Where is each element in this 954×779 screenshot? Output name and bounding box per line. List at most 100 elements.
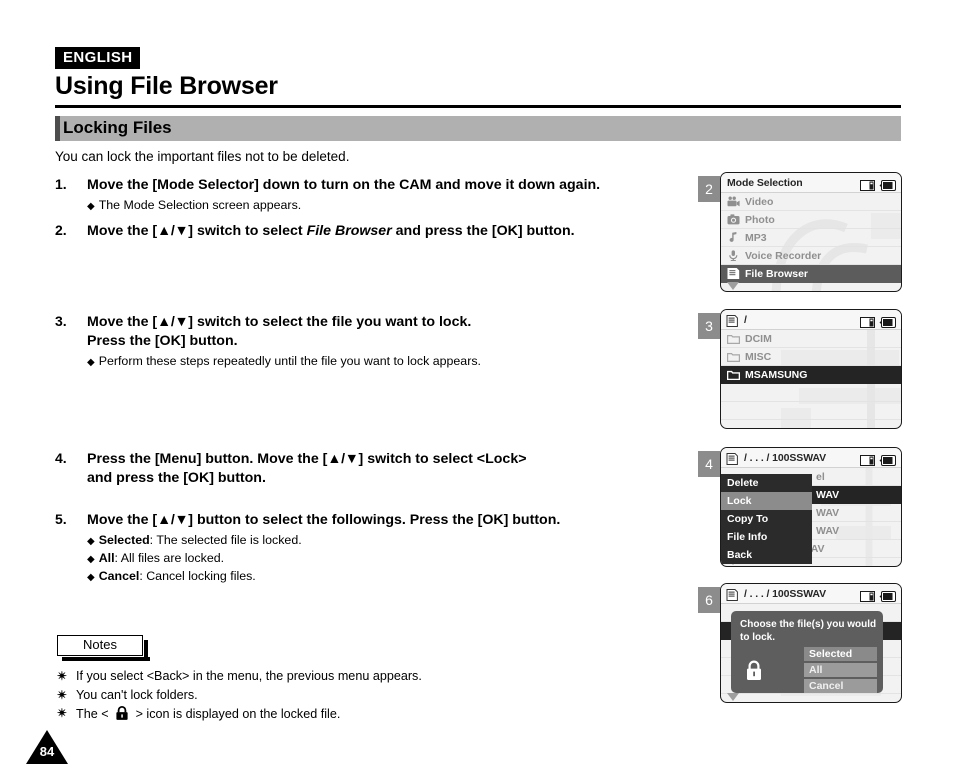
menu-item-delete[interactable]: Delete (721, 474, 812, 492)
device-screen: / . . . / 100SSWAV (720, 583, 902, 703)
step-body: Move the [▲/▼] switch to select the file… (87, 313, 481, 371)
menu-item-back[interactable]: Back (721, 546, 812, 564)
note-item: If you select <Back> in the menu, the pr… (76, 669, 422, 683)
device-screen: / . . . / 100SSWAV (720, 447, 902, 567)
step-body: Move the [▲/▼] switch to select File Bro… (87, 222, 575, 241)
section-intro: You can lock the important files not to … (55, 149, 350, 164)
file-row-label: WAV (816, 506, 840, 519)
screen-title: / (744, 314, 747, 326)
page-number-badge: 84 (26, 730, 68, 770)
step-body: Move the [▲/▼] button to select the foll… (87, 511, 560, 586)
note-bullet-icon: ✴ (57, 706, 68, 720)
menu-row-label: File Browser (745, 267, 809, 280)
scroll-down-caret-icon[interactable] (727, 282, 739, 290)
step-number: 5. (55, 511, 67, 527)
folder-icon (727, 352, 740, 362)
bullet: ◆ Perform these steps repeatedly until th… (87, 354, 481, 368)
photo-icon (727, 214, 740, 225)
folder-row-selected[interactable]: MSAMSUNG (721, 366, 901, 384)
lock-confirm-dialog: Choose the file(s) you would to lock. Se… (731, 611, 883, 693)
folder-row-label: MISC (745, 350, 772, 363)
lock-icon (745, 660, 763, 687)
menu-row-selected[interactable]: File Browser (721, 265, 901, 283)
device-screen: / DCIM MISC MSAMSUNG (720, 309, 902, 429)
menu-row[interactable]: Photo (721, 211, 901, 229)
section-bar (55, 116, 901, 141)
page-title: Using File Browser (55, 72, 278, 100)
folder-row-label: MSAMSUNG (745, 368, 808, 381)
screen-body: DCIM MISC MSAMSUNG (721, 330, 901, 428)
menu-item-lock[interactable]: Lock (721, 492, 812, 510)
dialog-option-all[interactable]: All (804, 663, 877, 677)
scroll-down-caret-icon[interactable] (727, 693, 739, 701)
screen-header: Mode Selection (721, 173, 901, 193)
screen-title: Mode Selection (727, 177, 803, 189)
dialog-message: Choose the file(s) you would to lock. (740, 619, 877, 643)
note-item: The < > icon is displayed on the locked … (76, 706, 340, 724)
diamond-icon: ◆ (87, 554, 95, 565)
panel-step-badge: 2 (698, 176, 720, 202)
section-accent (55, 116, 60, 141)
screen-body: Video Photo MP3 Voice Recorder File Brow… (721, 193, 901, 291)
folder-icon (727, 370, 740, 380)
step-body: Press the [Menu] button. Move the [▲/▼] … (87, 450, 527, 488)
note-text: The < (76, 707, 113, 721)
screen-title: / . . . / 100SSWAV (744, 452, 827, 464)
step-number: 3. (55, 313, 67, 329)
microphone-icon (727, 250, 740, 261)
menu-item-file-info[interactable]: File Info (721, 528, 812, 546)
bullet: ◆ Selected: The selected file is locked. (87, 533, 302, 547)
folder-row-empty (721, 402, 901, 420)
menu-row-label: MP3 (745, 231, 767, 244)
screen-header: / (721, 310, 901, 330)
bullet: ◆ The Mode Selection screen appears. (87, 198, 302, 212)
dialog-options: Selected All Cancel (804, 647, 877, 695)
music-note-icon (727, 232, 740, 243)
step-number: 1. (55, 176, 67, 192)
screen-header: / . . . / 100SSWAV (721, 584, 901, 604)
dialog-option-cancel[interactable]: Cancel (804, 679, 877, 693)
screen-header: / . . . / 100SSWAV (721, 448, 901, 468)
step-text: Move the [▲/▼] button to select the foll… (87, 512, 561, 528)
panel-step-badge: 6 (698, 587, 720, 613)
lock-icon (115, 706, 129, 724)
file-row-label: WAV (816, 524, 840, 537)
step-text: Move the [▲/▼] switch to select File Bro… (87, 223, 575, 239)
step-body: Move the [Mode Selector] down to turn on… (87, 176, 600, 215)
folder-row-label: DCIM (745, 332, 772, 345)
device-screen: Mode Selection Video Photo MP3 Voice Rec… (720, 172, 902, 292)
step-text: Press the [Menu] button. Move the [▲/▼] … (87, 451, 527, 467)
step-bullets: ◆ The Mode Selection screen appears. (87, 197, 600, 215)
folder-row[interactable]: DCIM (721, 330, 901, 348)
page-number-value: 84 (39, 744, 55, 759)
step-number: 4. (55, 450, 67, 466)
panel-step-badge: 4 (698, 451, 720, 477)
menu-item-copy-to[interactable]: Copy To (721, 510, 812, 528)
manual-page: ENGLISH Using File Browser Locking Files… (0, 0, 954, 779)
folder-row[interactable]: MISC (721, 348, 901, 366)
screen-body: el WAV WAV WAV SWAV0004.WAV (721, 468, 901, 566)
note-bullet-icon: ✴ (57, 688, 68, 702)
bullet: ◆ Cancel: Cancel locking files. (87, 569, 256, 583)
diamond-icon: ◆ (87, 201, 95, 212)
note-item: You can't lock folders. (76, 688, 198, 702)
dialog-option-selected[interactable]: Selected (804, 647, 877, 661)
step-number: 2. (55, 222, 67, 238)
file-browser-icon (727, 268, 740, 279)
diamond-icon: ◆ (87, 357, 95, 368)
screen-title: / . . . / 100SSWAV (744, 588, 827, 600)
step-bullets: ◆ Selected: The selected file is locked. … (87, 532, 560, 586)
menu-row[interactable]: Voice Recorder (721, 247, 901, 265)
step-text: and press the [OK] button. (87, 470, 266, 486)
note-bullet-icon: ✴ (57, 669, 68, 683)
menu-row[interactable]: Video (721, 193, 901, 211)
menu-row[interactable]: MP3 (721, 229, 901, 247)
note-text: > icon is displayed on the locked file. (135, 707, 341, 721)
folder-row-empty (721, 384, 901, 402)
language-badge: ENGLISH (55, 47, 141, 69)
bullet: ◆ All: All files are locked. (87, 551, 225, 565)
step-text: Move the [▲/▼] switch to select the file… (87, 314, 472, 330)
menu-row-label: Photo (745, 213, 775, 226)
step-bullets: ◆ Perform these steps repeatedly until th… (87, 353, 481, 371)
notes-label: Notes (83, 637, 117, 652)
